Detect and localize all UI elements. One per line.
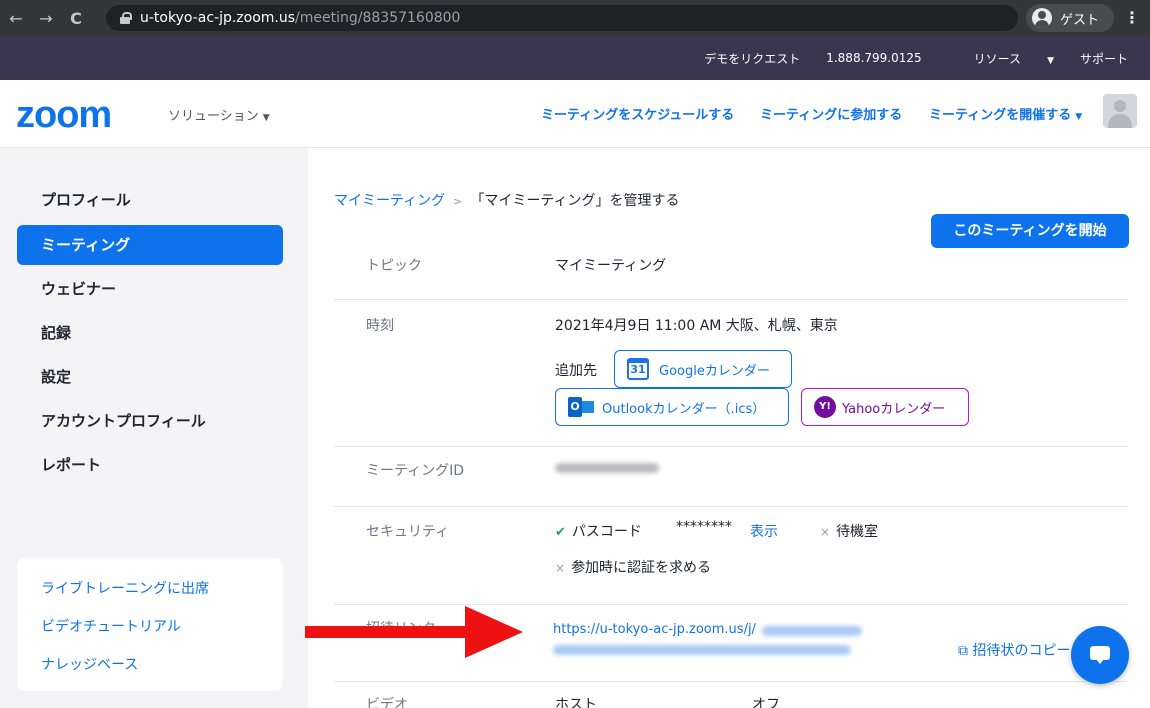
divider: [334, 681, 1128, 682]
guest-label: ゲスト: [1060, 12, 1100, 28]
topic-label: トピック: [366, 258, 422, 274]
auth-required-item: × 参加時に認証を求める: [555, 557, 711, 577]
red-arrow-icon: [305, 606, 523, 658]
schedule-meeting-link[interactable]: ミーティングをスケジュールする: [541, 104, 734, 123]
help-links-box: ライブトレーニングに出席 ビデオチュートリアル ナレッジベース: [17, 558, 283, 691]
chat-bubble-icon[interactable]: [1071, 626, 1129, 684]
reload-icon[interactable]: C: [62, 9, 90, 28]
resources-label: リソース: [973, 51, 1022, 66]
show-passcode-link[interactable]: 表示: [750, 521, 778, 541]
phone-number: 1.888.799.0125: [826, 51, 922, 65]
utility-bar: デモをリクエスト 1.888.799.0125 リソース ▼ サポート: [0, 36, 1150, 80]
google-calendar-icon: 31: [627, 358, 649, 380]
x-icon: ×: [820, 525, 831, 539]
time-label: 時刻: [366, 318, 394, 334]
zoom-logo[interactable]: zoom: [16, 94, 112, 137]
host-meeting-label: ミーティングを開催する: [929, 108, 1072, 123]
copy-invitation-link[interactable]: ⧉ 招待状のコピー: [958, 640, 1074, 660]
forward-icon[interactable]: →: [32, 9, 60, 28]
outlook-calendar-button[interactable]: O Outlookカレンダー（.ics）: [555, 388, 789, 426]
google-calendar-button[interactable]: 31 Googleカレンダー: [614, 350, 792, 388]
user-avatar[interactable]: [1103, 94, 1137, 128]
yahoo-icon: Y!: [814, 396, 836, 418]
resources-menu[interactable]: リソース ▼: [948, 50, 1054, 67]
chevron-down-icon: ▼: [1075, 112, 1083, 122]
check-icon: ✔: [555, 525, 566, 540]
support-link[interactable]: サポート: [1080, 50, 1128, 67]
add-to-label: 追加先: [555, 363, 597, 379]
video-label: ビデオ: [366, 697, 408, 708]
divider: [334, 446, 1128, 447]
breadcrumb-current: 「マイミーティング」を管理する: [470, 193, 680, 209]
chevron-down-icon: ▼: [1047, 55, 1054, 66]
passcode-item: ✔ パスコード: [555, 521, 642, 541]
waiting-room-item: × 待機室: [820, 521, 878, 541]
start-meeting-button[interactable]: このミーティングを開始: [931, 214, 1129, 248]
passcode-mask: ********: [676, 519, 732, 535]
google-calendar-label: Googleカレンダー: [659, 363, 770, 379]
invite-url-redacted: [553, 645, 851, 655]
lock-icon: [120, 12, 132, 24]
solutions-label: ソリューション: [168, 109, 259, 124]
yahoo-calendar-label: Yahooカレンダー: [842, 401, 946, 417]
waiting-room-label: 待機室: [836, 524, 879, 540]
time-value: 2021年4月9日 11:00 AM 大阪、札幌、東京: [555, 318, 838, 334]
divider: [334, 299, 1128, 300]
auth-required-label: 参加時に認証を求める: [571, 560, 712, 576]
breadcrumb-separator: >: [453, 195, 463, 208]
x-icon: ×: [555, 561, 566, 575]
guest-profile-button[interactable]: ゲスト: [1026, 4, 1114, 32]
topic-value: マイミーティング: [555, 258, 667, 274]
sidebar-item-profile[interactable]: プロフィール: [17, 180, 283, 220]
demo-request-link[interactable]: デモをリクエスト: [704, 50, 800, 67]
host-meeting-menu[interactable]: ミーティングを開催する ▼: [929, 104, 1082, 123]
knowledge-base-link[interactable]: ナレッジベース: [41, 654, 138, 674]
live-training-link[interactable]: ライブトレーニングに出席: [41, 578, 209, 598]
join-meeting-link[interactable]: ミーティングに参加する: [760, 104, 902, 123]
invite-url-link[interactable]: https://u-tokyo-ac-jp.zoom.us/j/: [553, 622, 756, 637]
sidebar-item-settings[interactable]: 設定: [17, 357, 283, 397]
sidebar-item-recordings[interactable]: 記録: [17, 313, 283, 353]
back-icon[interactable]: ←: [2, 9, 30, 28]
divider: [334, 506, 1128, 507]
copy-icon: ⧉: [958, 643, 968, 659]
solutions-menu[interactable]: ソリューション ▼: [168, 105, 270, 124]
address-bar[interactable]: u-tokyo-ac-jp.zoom.us/meeting/8835716080…: [106, 5, 1018, 31]
url-path: /meeting/88357160800: [295, 10, 461, 26]
outlook-icon: O: [568, 397, 594, 417]
chevron-down-icon: ▼: [262, 113, 270, 123]
video-off-value: オフ: [752, 697, 780, 708]
sidebar-item-webinars[interactable]: ウェビナー: [17, 269, 283, 309]
guest-avatar-icon: [1032, 8, 1052, 28]
video-tutorials-link[interactable]: ビデオチュートリアル: [41, 616, 181, 636]
outlook-calendar-label: Outlookカレンダー（.ics）: [602, 401, 766, 417]
security-label: セキュリティ: [366, 524, 450, 540]
yahoo-calendar-button[interactable]: Y! Yahooカレンダー: [801, 388, 969, 426]
copy-invitation-label: 招待状のコピー: [972, 643, 1071, 659]
browser-menu-icon[interactable]: ⋮: [1124, 8, 1140, 27]
passcode-label: パスコード: [571, 524, 642, 540]
sidebar-item-account-profile[interactable]: アカウントプロフィール: [17, 401, 283, 441]
breadcrumb: マイミーティング > 「マイミーティング」を管理する: [334, 190, 680, 210]
sidebar-item-meetings[interactable]: ミーティング: [17, 225, 283, 265]
main-header: zoom ソリューション ▼ ミーティングをスケジュールする ミーティングに参加す…: [0, 80, 1150, 148]
meeting-id-value-redacted: [555, 463, 659, 473]
breadcrumb-my-meetings[interactable]: マイミーティング: [334, 193, 445, 209]
sidebar-item-reports[interactable]: レポート: [17, 445, 283, 485]
meeting-id-label: ミーティングID: [366, 463, 465, 479]
video-host-label: ホスト: [555, 697, 597, 708]
url-host: u-tokyo-ac-jp.zoom.us: [140, 10, 296, 26]
invite-url-redacted: [762, 626, 862, 636]
